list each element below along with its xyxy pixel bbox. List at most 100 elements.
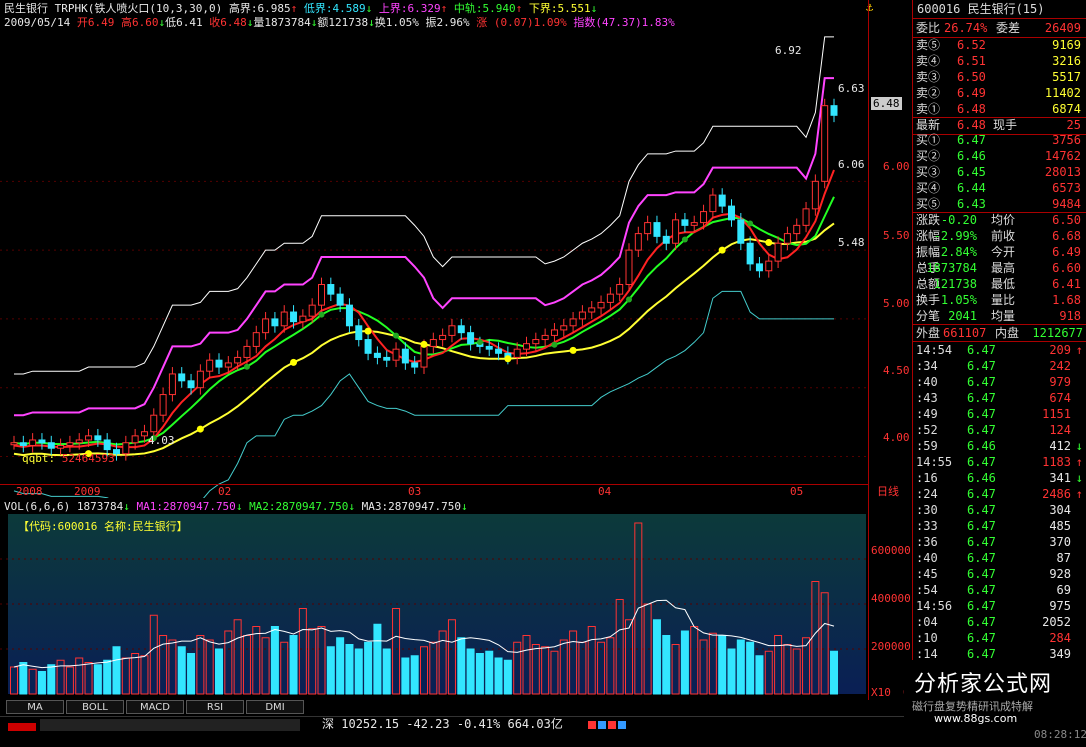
sell-label: 卖③ — [916, 70, 941, 84]
volume-bar — [103, 659, 112, 695]
stat-value: 6.60 — [1052, 261, 1081, 275]
candle-body — [821, 105, 829, 182]
vol-ma2: MA2:2870947.750 — [249, 500, 349, 513]
arrow-up-icon: ↑ — [290, 2, 298, 15]
candle-body — [457, 325, 465, 334]
price-chart[interactable]: 民生银行 TRPHK(铁人喷火口(10,3,30,0) 高界:6.985↑ 低界… — [0, 0, 873, 498]
tick-volume: 242 — [1049, 359, 1071, 373]
signal-dot — [290, 358, 298, 366]
candle-body — [690, 222, 698, 226]
buy-level-row: 买④ 6.44 6573 — [913, 180, 1085, 196]
candle-body — [606, 293, 614, 303]
tick-price: 6.47 — [967, 535, 996, 549]
candle-body — [560, 325, 568, 331]
arrow-down-icon: ↓ — [348, 500, 356, 513]
buy-volume: 14762 — [1044, 149, 1081, 163]
candle-body — [625, 249, 633, 286]
tick-price: 6.47 — [967, 583, 996, 597]
tick-price: 6.47 — [967, 407, 996, 421]
tick-row: 14:54 6.47 209 ↑ — [913, 342, 1085, 358]
tick-row: :40 6.47 979 — [913, 374, 1085, 390]
annotation-p2: 6.06 — [838, 158, 865, 171]
candle-body — [243, 345, 251, 358]
tick-time: :40 — [916, 375, 938, 389]
tick-row: :24 6.47 2486 ↑ — [913, 486, 1085, 502]
volume-bar — [326, 646, 335, 695]
candle-body — [578, 311, 586, 320]
tab-dmi[interactable]: DMI — [246, 700, 304, 714]
candle-body — [355, 325, 363, 341]
tab-ma[interactable]: MA — [6, 700, 64, 714]
tick-row: :40 6.47 87 — [913, 550, 1085, 566]
sell-volume: 11402 — [1044, 86, 1081, 100]
candle-body — [345, 304, 353, 327]
price-chart-svg — [0, 36, 868, 498]
signal-dot — [551, 341, 558, 348]
tick-price: 6.47 — [967, 615, 996, 629]
tick-time: :43 — [916, 391, 938, 405]
tab-rsi[interactable]: RSI — [186, 700, 244, 714]
candle-body — [122, 442, 130, 455]
tick-volume: 370 — [1049, 535, 1071, 549]
volume-bar — [485, 650, 494, 695]
tick-time: :30 — [916, 503, 938, 517]
candle-body — [830, 105, 838, 116]
stat-row: 总手 1873784 最高 6.60 — [913, 260, 1085, 276]
volume-tick: 600000 — [871, 544, 911, 557]
signal-dot — [318, 311, 325, 318]
candle-body — [252, 332, 260, 347]
tick-time: 14:56 — [916, 599, 953, 613]
volume-bar — [270, 626, 279, 695]
quote-title: 600016 民生银行(15) — [913, 1, 1085, 17]
bar-open: 开6.49 — [76, 16, 115, 29]
tick-time: :36 — [916, 535, 938, 549]
mid-value: 5.940 — [482, 2, 516, 15]
candle-body — [672, 219, 680, 244]
tick-row: :33 6.47 485 — [913, 518, 1085, 534]
price-tick: 5.00 — [883, 297, 910, 310]
vol-indicator: VOL(6,6,6) — [4, 500, 71, 513]
arrow-down-icon: ↓ — [461, 500, 468, 513]
annotation-p1: 6.63 — [838, 82, 865, 95]
high-bound-value: 6.985 — [257, 2, 291, 15]
quote-title-text: 600016 民生银行(15) — [917, 2, 1045, 16]
sell-label: 卖① — [916, 102, 941, 116]
tick-time: 14:54 — [916, 343, 953, 357]
period-label[interactable]: 日线 — [877, 485, 899, 498]
volume-bar — [410, 655, 419, 695]
candle-body — [280, 311, 288, 327]
volume-bar — [336, 637, 345, 695]
stat-row: 总额 121738 最低 6.41 — [913, 276, 1085, 292]
tick-price: 6.47 — [967, 631, 996, 645]
bar-amplitude: 振2.96% — [425, 16, 470, 29]
candle-body — [187, 380, 195, 389]
volume-bar — [354, 648, 363, 695]
arrow-down-icon: ↓ — [365, 2, 373, 15]
candle-body — [38, 439, 46, 444]
tick-row: :34 6.47 242 — [913, 358, 1085, 374]
tick-direction-icon: ↓ — [1075, 439, 1083, 453]
wb-label: 委比 — [916, 21, 941, 35]
x-label: 02 — [218, 485, 232, 498]
upper-value: 6.329 — [407, 2, 441, 15]
tick-direction-icon: ↑ — [1075, 455, 1083, 469]
volume-bar — [494, 657, 503, 695]
annotation-p3: 5.48 — [838, 236, 865, 249]
volume-chart[interactable]: VOL(6,6,6) 1873784↓ MA1:2870947.750↓ MA2… — [0, 498, 868, 698]
signal-dot — [569, 346, 577, 354]
buy-price: 6.44 — [957, 181, 986, 195]
signal-dot — [747, 220, 754, 227]
stat-label: 振幅 — [916, 245, 941, 259]
stat-row: 换手 1.05% 量比 1.68 — [913, 292, 1085, 308]
upper-label: 上界: — [378, 2, 408, 15]
tick-volume: 485 — [1049, 519, 1071, 533]
wc-value: 26409 — [1044, 21, 1081, 35]
stat-label: 前收 — [991, 229, 1016, 243]
stat-label: 今开 — [991, 245, 1016, 259]
tick-time: :59 — [916, 439, 938, 453]
tab-boll[interactable]: BOLL — [66, 700, 124, 714]
tab-macd[interactable]: MACD — [126, 700, 184, 714]
volume-bar — [680, 630, 689, 695]
tick-direction-icon: ↑ — [1075, 487, 1083, 501]
candle-body — [299, 315, 307, 323]
